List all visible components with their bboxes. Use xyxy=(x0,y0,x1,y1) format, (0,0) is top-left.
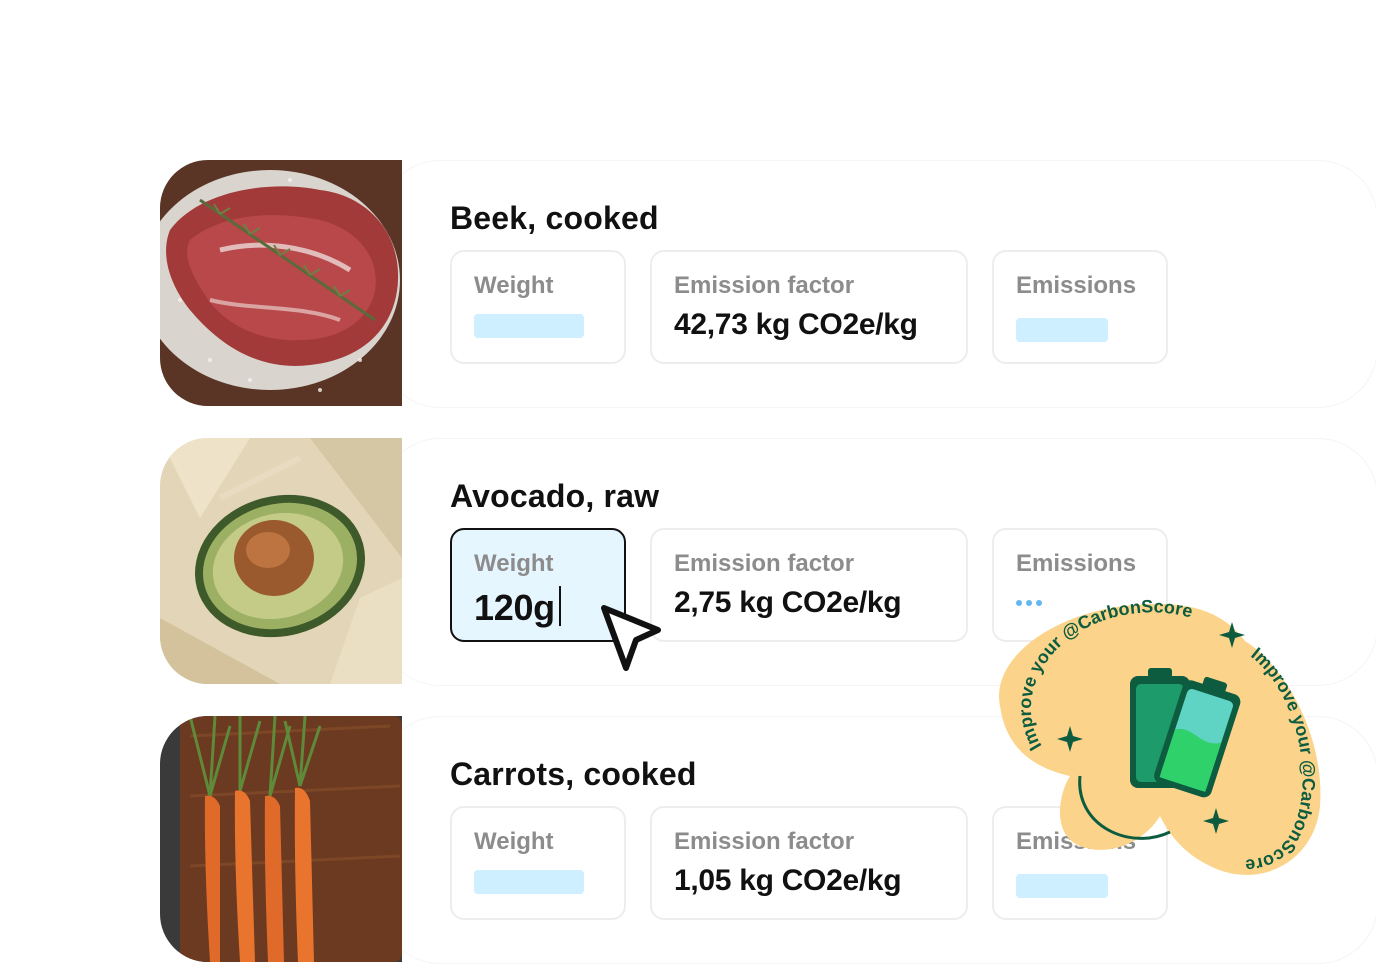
emission-factor-field: Emission factor 2,75 kg CO2e/kg xyxy=(650,528,968,642)
food-name: Beek, cooked xyxy=(450,200,659,236)
weight-field[interactable]: Weight xyxy=(450,250,626,364)
weight-placeholder xyxy=(474,314,584,338)
emission-factor-value: 2,75 kg CO2e/kg xyxy=(674,586,902,619)
emissions-label: Emissions xyxy=(1016,550,1137,577)
weight-label: Weight xyxy=(474,272,554,299)
emission-factor-label: Emission factor xyxy=(674,272,855,299)
weight-placeholder xyxy=(474,870,584,894)
emission-factor-label: Emission factor xyxy=(674,550,855,577)
pointer-cursor-icon xyxy=(596,600,664,681)
food-name: Avocado, raw xyxy=(450,478,660,514)
emissions-placeholder xyxy=(1016,318,1108,342)
text-caret xyxy=(558,586,561,626)
carbonscore-sticker: Improve your @CarbonScore Improve your @… xyxy=(980,596,1328,885)
emission-factor-value: 42,73 kg CO2e/kg xyxy=(674,308,918,341)
emission-factor-field: Emission factor 1,05 kg CO2e/kg xyxy=(650,806,968,920)
weight-label: Weight xyxy=(474,550,554,577)
emissions-label: Emissions xyxy=(1016,272,1137,299)
weight-field[interactable]: Weight xyxy=(450,806,626,920)
emission-factor-label: Emission factor xyxy=(674,828,855,855)
food-name: Carrots, cooked xyxy=(450,756,697,792)
emissions-field: Emissions xyxy=(992,250,1168,364)
weight-value-wrap[interactable]: 120g xyxy=(474,586,561,629)
beef-image xyxy=(160,160,402,406)
food-row-beef: Beek, cooked Weight Emission factor 42,7… xyxy=(160,160,1376,408)
avocado-image xyxy=(160,438,402,684)
weight-value: 120g xyxy=(474,587,555,628)
emission-factor-value: 1,05 kg CO2e/kg xyxy=(674,864,902,897)
weight-label: Weight xyxy=(474,828,554,855)
carrots-image xyxy=(160,716,402,962)
emission-factor-field: Emission factor 42,73 kg CO2e/kg xyxy=(650,250,968,364)
